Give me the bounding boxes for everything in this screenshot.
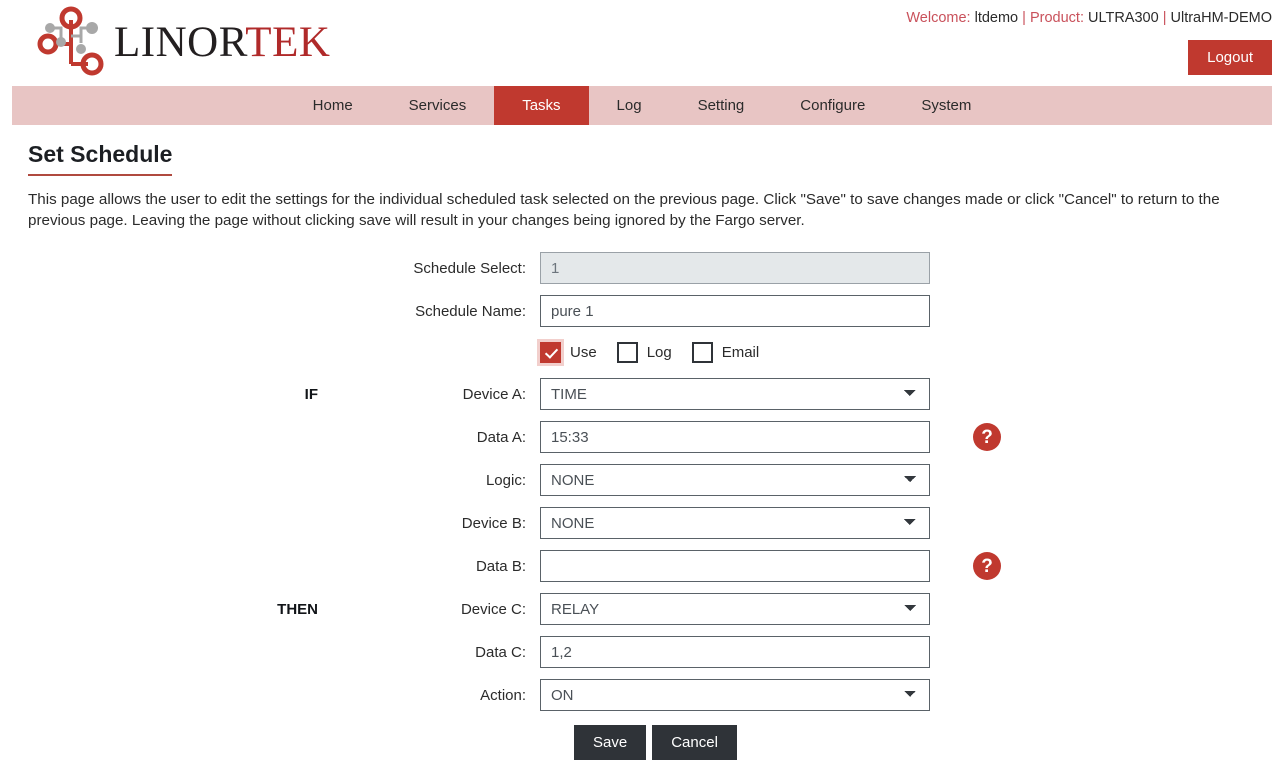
row-device-a: IF Device A: TIME	[0, 373, 1282, 416]
nav-item-configure[interactable]: Configure	[772, 86, 893, 125]
schedule-name-label: Schedule Name:	[415, 302, 526, 320]
cancel-button[interactable]: Cancel	[652, 724, 737, 760]
nav-item-setting[interactable]: Setting	[670, 86, 773, 125]
device-c-label: Device C:	[460, 600, 526, 618]
row-schedule-name: Schedule Name:	[0, 290, 1282, 333]
welcome-separator-1: |	[1022, 10, 1026, 26]
device-a-label: Device A:	[462, 385, 526, 403]
row-data-a: Data A: ?	[0, 416, 1282, 459]
welcome-label: Welcome:	[906, 10, 971, 26]
product-value: ULTRA300	[1088, 10, 1159, 26]
data-a-label: Data A:	[476, 428, 526, 446]
data-b-label: Data B:	[475, 557, 526, 575]
row-data-c: Data C:	[0, 631, 1282, 674]
row-schedule-select: Schedule Select:	[0, 247, 1282, 290]
checkbox-row: Use Log Email	[0, 333, 1282, 373]
brand-name-dark: LINOR	[114, 18, 246, 66]
use-checkbox-group[interactable]: Use	[540, 342, 597, 364]
row-device-b: Device B: NONE	[0, 502, 1282, 545]
brand-name-red: TEK	[245, 18, 331, 66]
data-a-input[interactable]	[540, 421, 930, 454]
form-actions: Save Cancel	[0, 724, 1282, 760]
welcome-bar: Welcome: ltdemo | Product: ULTRA300 | Ul…	[906, 10, 1272, 26]
log-checkbox-group[interactable]: Log	[616, 342, 672, 364]
logout-button[interactable]: Logout	[1188, 40, 1272, 76]
row-data-b: Data B: ?	[0, 545, 1282, 588]
action-label: Action:	[480, 686, 526, 704]
save-button[interactable]: Save	[574, 724, 647, 760]
page-title: Set Schedule	[28, 141, 173, 176]
nav-item-system[interactable]: System	[893, 86, 999, 125]
nav-item-services[interactable]: Services	[381, 86, 495, 125]
row-logic: Logic: NONE	[0, 459, 1282, 502]
nav-item-home[interactable]: Home	[285, 86, 381, 125]
data-b-input[interactable]	[540, 550, 930, 583]
page-content: Set Schedule This page allows the user t…	[0, 125, 1282, 760]
device-b-label: Device B:	[461, 514, 526, 532]
brand-logo[interactable]: LINORTEK	[34, 6, 330, 78]
email-checkbox-group[interactable]: Email	[691, 342, 760, 364]
device-c-select[interactable]: RELAY	[540, 593, 930, 626]
log-checkbox-label: Log	[646, 344, 672, 362]
product-label: Product:	[1029, 10, 1084, 26]
action-select[interactable]: ON	[540, 679, 930, 712]
use-checkbox[interactable]	[540, 342, 561, 364]
welcome-username: ltdemo	[974, 10, 1019, 26]
logic-select[interactable]: NONE	[540, 464, 930, 497]
device-name: UltraHM-DEMO	[1170, 10, 1273, 26]
log-checkbox[interactable]	[616, 342, 638, 364]
schedule-select-input	[540, 252, 930, 285]
row-action: Action: ON	[0, 674, 1282, 717]
schedule-form: Schedule Select: Schedule Name: Use Log	[0, 247, 1282, 760]
data-a-help-icon[interactable]: ?	[973, 423, 1001, 452]
nav-item-tasks[interactable]: Tasks	[494, 86, 589, 125]
then-label: THEN	[277, 600, 318, 618]
if-label: IF	[304, 385, 318, 403]
data-b-help-icon[interactable]: ?	[973, 552, 1001, 581]
data-c-input[interactable]	[540, 636, 930, 669]
page-header: LINORTEK Welcome: ltdemo | Product: ULTR…	[0, 0, 1282, 86]
logic-label: Logic:	[485, 471, 526, 489]
data-c-label: Data C:	[475, 643, 526, 661]
nav-item-log[interactable]: Log	[589, 86, 670, 125]
schedule-name-input[interactable]	[540, 295, 930, 328]
email-checkbox[interactable]	[691, 342, 713, 364]
welcome-separator-2: |	[1162, 10, 1167, 26]
device-a-select[interactable]: TIME	[540, 378, 930, 411]
brand-wordmark: LINORTEK	[114, 21, 330, 64]
row-device-c: THEN Device C: RELAY	[0, 588, 1282, 631]
use-checkbox-label: Use	[570, 344, 597, 362]
email-checkbox-label: Email	[721, 344, 760, 362]
device-b-select[interactable]: NONE	[540, 507, 930, 540]
main-navigation: Home Services Tasks Log Setting Configur…	[12, 86, 1272, 125]
circuit-tree-icon	[37, 6, 104, 76]
page-description: This page allows the user to edit the se…	[28, 190, 1220, 229]
schedule-select-label: Schedule Select:	[413, 259, 526, 277]
